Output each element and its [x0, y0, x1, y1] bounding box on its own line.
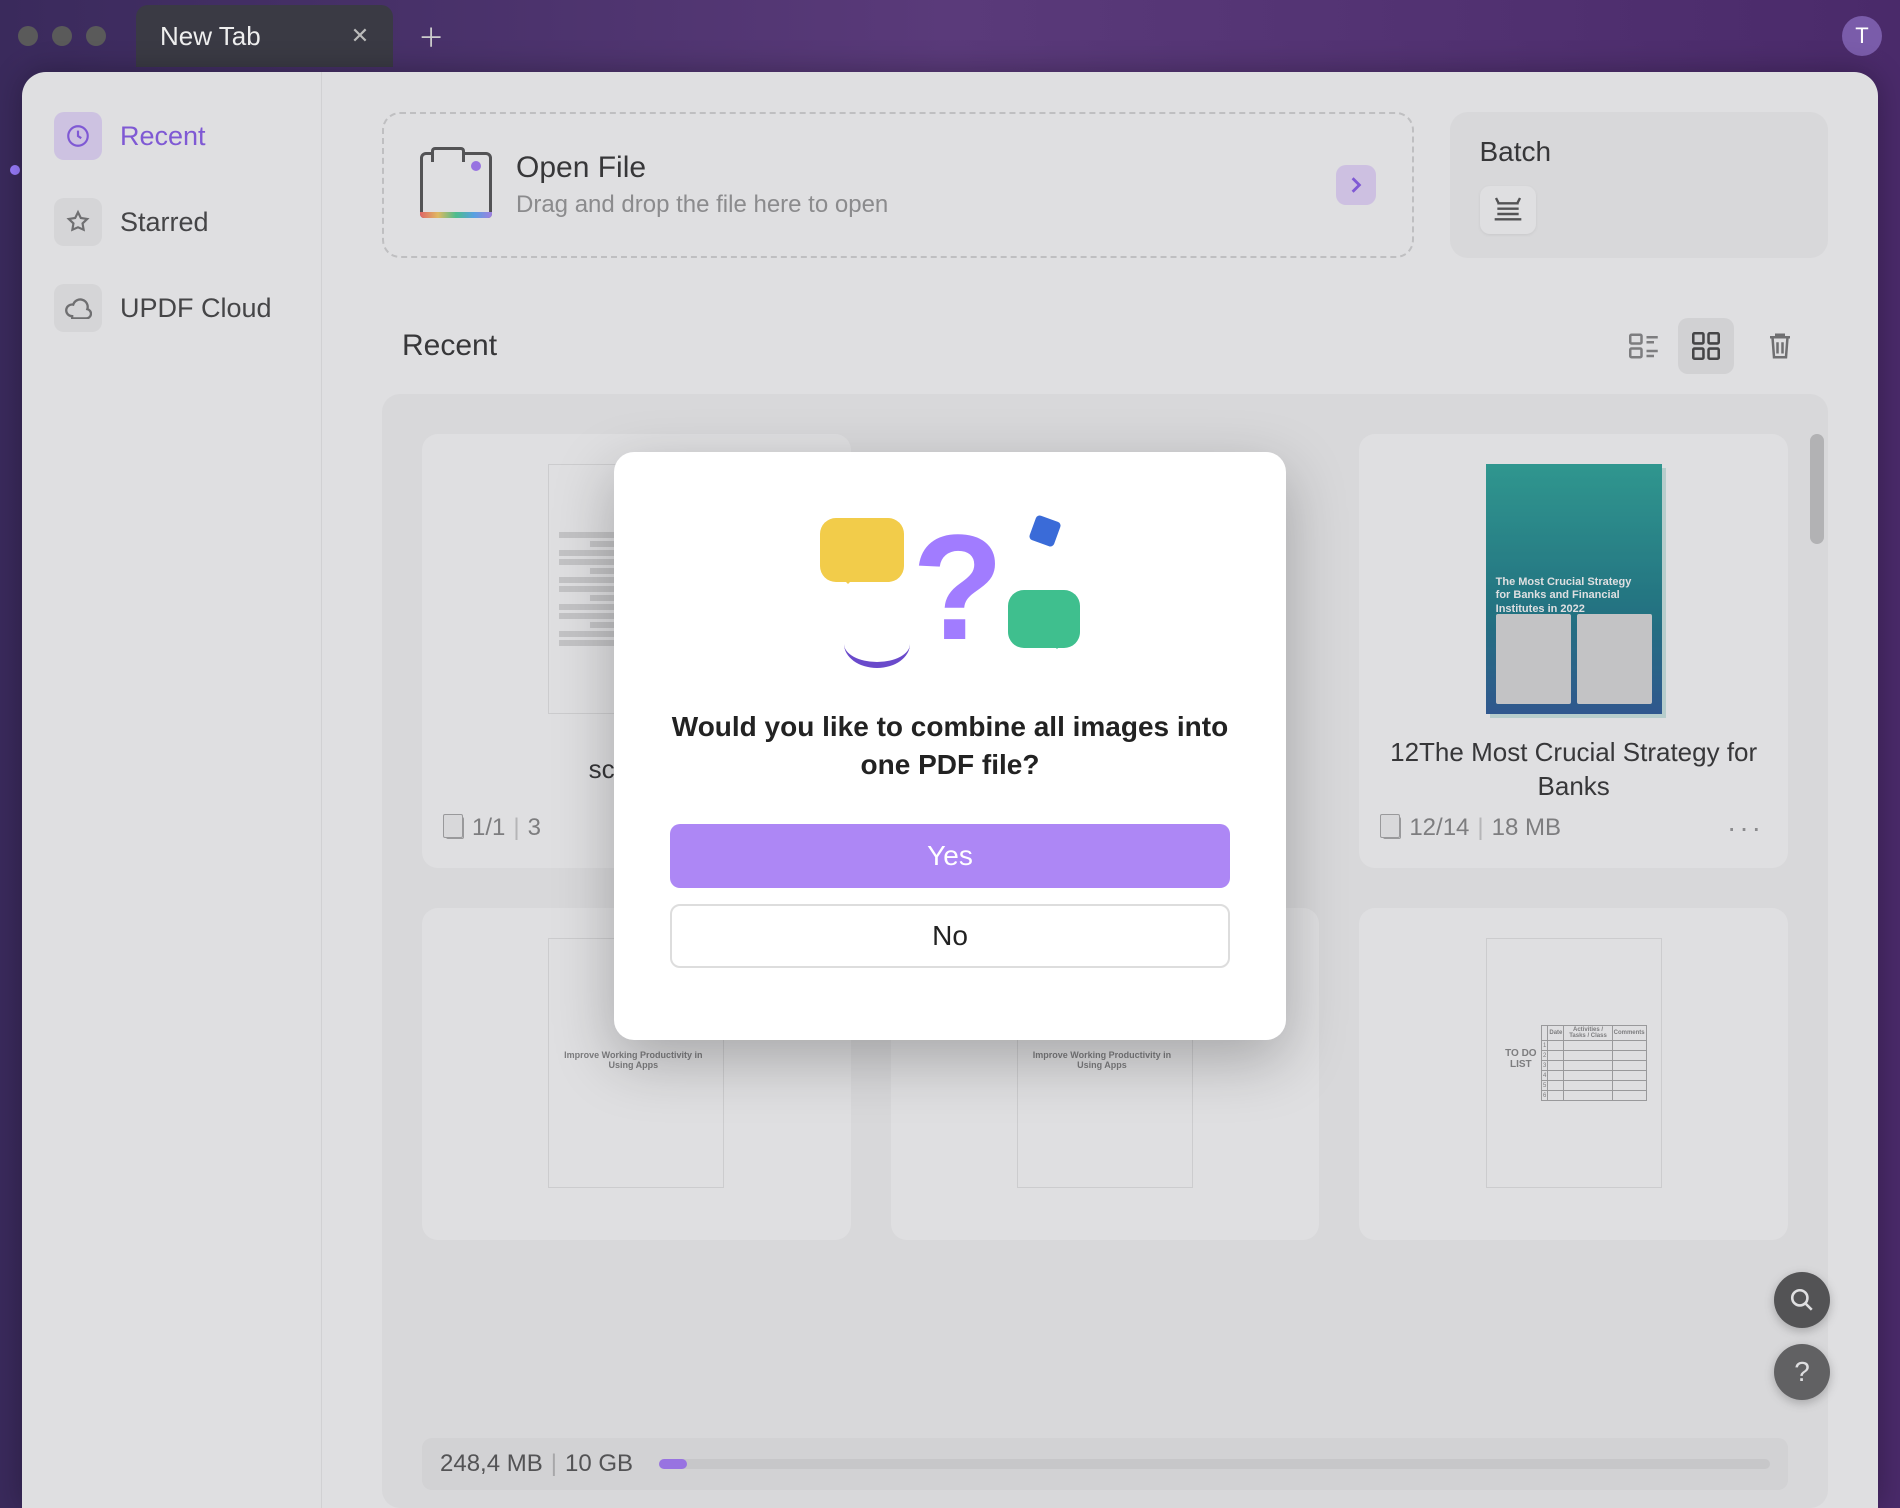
close-tab-icon[interactable]: ✕ — [351, 23, 369, 49]
sidebar-indicator-dot — [10, 165, 20, 175]
new-tab-button[interactable]: ＋ — [409, 14, 453, 58]
maximize-window-icon[interactable] — [86, 26, 106, 46]
combine-dialog: ? Would you like to combine all images i… — [614, 452, 1286, 1040]
avatar[interactable]: T — [1842, 16, 1882, 56]
dialog-illustration: ? — [820, 512, 1080, 672]
yes-button-label: Yes — [927, 840, 973, 872]
window-controls — [18, 26, 106, 46]
tab-title: New Tab — [160, 21, 261, 52]
app-shell: Recent Starred UPDF Cloud Open File D — [22, 72, 1878, 1508]
tabs-row: New Tab ✕ ＋ — [136, 5, 453, 67]
avatar-initial: T — [1855, 23, 1868, 49]
no-button[interactable]: No — [670, 904, 1230, 968]
modal-overlay[interactable]: ? Would you like to combine all images i… — [22, 72, 1878, 1508]
minimize-window-icon[interactable] — [52, 26, 72, 46]
title-bar: New Tab ✕ ＋ T — [0, 0, 1900, 72]
dialog-message: Would you like to combine all images int… — [670, 708, 1230, 784]
yes-button[interactable]: Yes — [670, 824, 1230, 888]
close-window-icon[interactable] — [18, 26, 38, 46]
tab-new-tab[interactable]: New Tab ✕ — [136, 5, 393, 67]
no-button-label: No — [932, 920, 968, 952]
